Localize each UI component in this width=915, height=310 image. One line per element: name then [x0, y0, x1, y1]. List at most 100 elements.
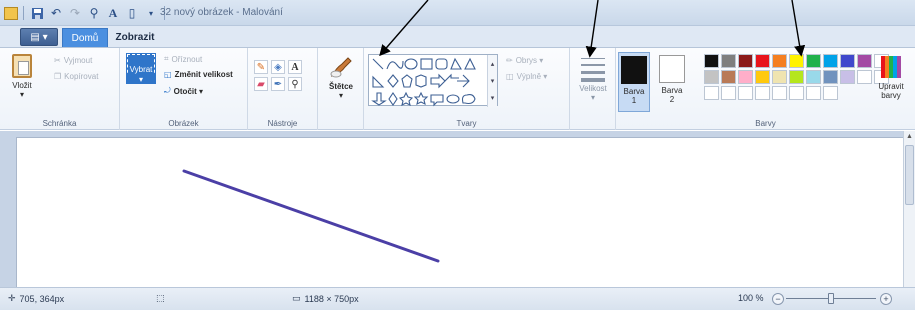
save-icon[interactable] [29, 5, 45, 21]
rotate-button[interactable]: ⤾ Otočit ▾ [164, 86, 203, 96]
crop-button[interactable]: ⌗ Oříznout [164, 54, 202, 64]
palette-swatch[interactable] [738, 54, 753, 68]
palette-swatch[interactable] [789, 54, 804, 68]
palette-swatch[interactable] [789, 70, 804, 84]
shapes-scroll-down-icon[interactable]: ▾ [491, 77, 495, 85]
copy-button[interactable]: ❐ Kopírovat [54, 72, 98, 81]
crop-icon: ⌗ [164, 54, 169, 63]
size-button[interactable]: Velikost ▾ [577, 54, 609, 102]
tab-home[interactable]: Domů [62, 28, 108, 47]
pencil-icon[interactable]: ✎ [254, 60, 268, 74]
qat-dropdown-icon[interactable]: ▾ [143, 5, 159, 21]
redo-icon[interactable]: ↷ [67, 5, 83, 21]
palette-swatch[interactable] [857, 70, 872, 84]
cursor-position-text: 705, 364px [19, 293, 65, 304]
shapes-scroll[interactable]: ▴ ▾ ▾ [487, 55, 497, 107]
shapes-gallery[interactable]: ▴ ▾ ▾ [368, 54, 498, 107]
palette-swatch[interactable] [721, 70, 736, 84]
palette-swatch[interactable] [789, 86, 804, 100]
colors-group-label: Barvy [755, 119, 776, 128]
magnifier-tool-icon[interactable]: ⚲ [288, 77, 302, 91]
line-width-icon [581, 58, 605, 82]
paste-button[interactable]: Vložit ▾ [8, 54, 36, 99]
color1-label: Barva 1 [623, 87, 645, 105]
color1-button[interactable]: Barva 1 [618, 52, 650, 112]
rotate-icon: ⤾ [164, 86, 171, 95]
quick-access-toolbar: ↶ ↷ ⚲ A ▯ ▾ [4, 4, 167, 22]
scissors-icon: ✂ [54, 56, 61, 65]
crop-label: Oříznout [171, 54, 203, 64]
text-tool-icon[interactable]: A [105, 5, 121, 21]
palette-swatch[interactable] [704, 70, 719, 84]
shapes-scroll-up-icon[interactable]: ▴ [491, 60, 495, 68]
palette-swatch[interactable] [704, 54, 719, 68]
resize-label: Změnit velikost [174, 70, 233, 79]
outline-button[interactable]: ✏ Obrys ▾ [506, 56, 543, 65]
palette-swatch[interactable] [721, 86, 736, 100]
paint-app-icon[interactable] [4, 6, 18, 20]
palette-swatch[interactable] [772, 86, 787, 100]
tools-group-label: Nástroje [267, 119, 298, 128]
palette-swatch[interactable] [806, 70, 821, 84]
copy-label: Kopírovat [64, 72, 99, 81]
brushes-dropdown-icon: ▾ [338, 91, 343, 100]
new-page-icon[interactable]: ▯ [124, 5, 140, 21]
palette-swatch[interactable] [704, 86, 719, 100]
scroll-up-icon[interactable]: ▲ [904, 131, 915, 142]
palette-swatch[interactable] [840, 70, 855, 84]
palette-swatch[interactable] [738, 86, 753, 100]
color2-label: Barva 2 [661, 86, 683, 104]
palette-swatch[interactable] [823, 86, 838, 100]
zoom-in-button[interactable]: + [880, 293, 892, 305]
palette-swatch[interactable] [772, 54, 787, 68]
color-picker-icon[interactable]: ✒ [271, 77, 285, 91]
tools-grid: ✎ ◈ A ▰ ✒ ⚲ [254, 60, 302, 91]
palette-swatch[interactable] [857, 54, 872, 68]
magnifier-icon[interactable]: ⚲ [86, 5, 102, 21]
palette-swatch[interactable] [823, 54, 838, 68]
outline-icon: ✏ [506, 56, 513, 65]
zoom-level: 100 % [738, 293, 764, 303]
palette-swatch[interactable] [721, 54, 736, 68]
size-dropdown-icon: ▾ [590, 93, 595, 102]
eraser-icon[interactable]: ▰ [254, 77, 268, 91]
zoom-out-button[interactable]: − [772, 293, 784, 305]
canvas-drawing [182, 169, 440, 263]
copy-icon: ❐ [54, 72, 62, 81]
tab-view[interactable]: Zobrazit [112, 28, 158, 47]
drawing-canvas[interactable] [16, 137, 903, 287]
palette-swatch[interactable] [806, 86, 821, 100]
size-label: Velikost [579, 84, 607, 93]
brush-icon [330, 57, 352, 78]
resize-icon: ◱ [164, 70, 172, 79]
undo-icon[interactable]: ↶ [48, 5, 64, 21]
palette-swatch[interactable] [755, 70, 770, 84]
brushes-button[interactable]: Štětce ▾ [326, 54, 356, 100]
select-dropdown-icon: ▾ [126, 75, 156, 84]
fill-bucket-icon[interactable]: ◈ [271, 60, 285, 74]
qat-separator [23, 6, 24, 20]
vertical-scrollbar[interactable]: ▲ [903, 131, 915, 287]
scroll-thumb[interactable] [905, 145, 914, 205]
color2-button[interactable]: Barva 2 [656, 52, 688, 112]
palette-swatch[interactable] [738, 70, 753, 84]
file-menu-button[interactable]: ▤ ▾ [20, 28, 58, 46]
palette-swatch[interactable] [823, 70, 838, 84]
color2-swatch [659, 55, 685, 83]
rainbow-palette-icon [881, 56, 901, 78]
cut-label: Vyjmout [63, 56, 93, 65]
zoom-slider-thumb[interactable] [828, 293, 834, 304]
shapes-expand-icon[interactable]: ▾ [491, 94, 495, 102]
palette-swatch[interactable] [840, 54, 855, 68]
fill-button[interactable]: ◫ Výplně ▾ [506, 72, 547, 81]
edit-colors-button[interactable]: Upravit barvy [872, 54, 910, 100]
color1-swatch [621, 56, 647, 84]
palette-swatch[interactable] [755, 54, 770, 68]
palette-swatch[interactable] [755, 86, 770, 100]
select-button[interactable]: Vybrat ▾ [126, 53, 156, 84]
palette-swatch[interactable] [806, 54, 821, 68]
resize-button[interactable]: ◱ Změnit velikost [164, 70, 233, 79]
cut-button[interactable]: ✂ Vyjmout [54, 56, 92, 65]
text-icon[interactable]: A [288, 60, 302, 74]
palette-swatch[interactable] [772, 70, 787, 84]
